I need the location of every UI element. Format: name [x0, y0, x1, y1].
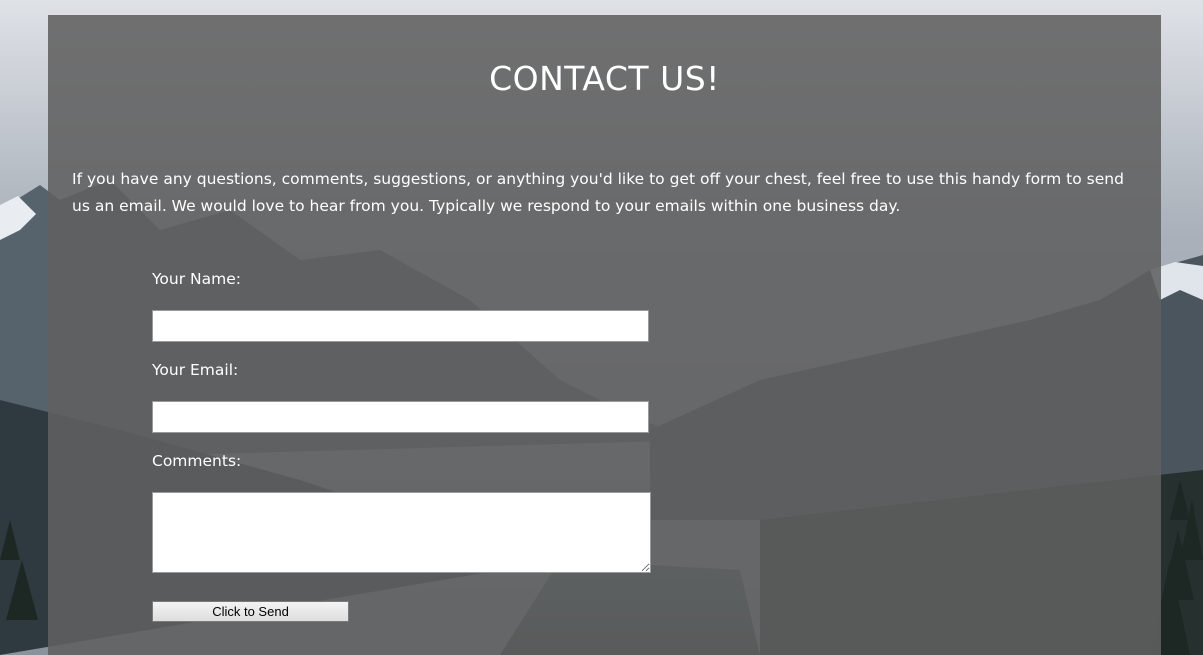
contact-form: Your Name: Your Email: Comments: Click t… [152, 15, 672, 655]
name-field[interactable] [152, 310, 649, 342]
comments-label: Comments: [152, 452, 242, 470]
send-button[interactable]: Click to Send [152, 601, 349, 622]
contact-panel: CONTACT US! If you have any questions, c… [48, 15, 1161, 655]
name-label: Your Name: [152, 270, 241, 288]
email-field[interactable] [152, 401, 649, 433]
comments-field[interactable] [152, 492, 651, 573]
email-label: Your Email: [152, 361, 239, 379]
